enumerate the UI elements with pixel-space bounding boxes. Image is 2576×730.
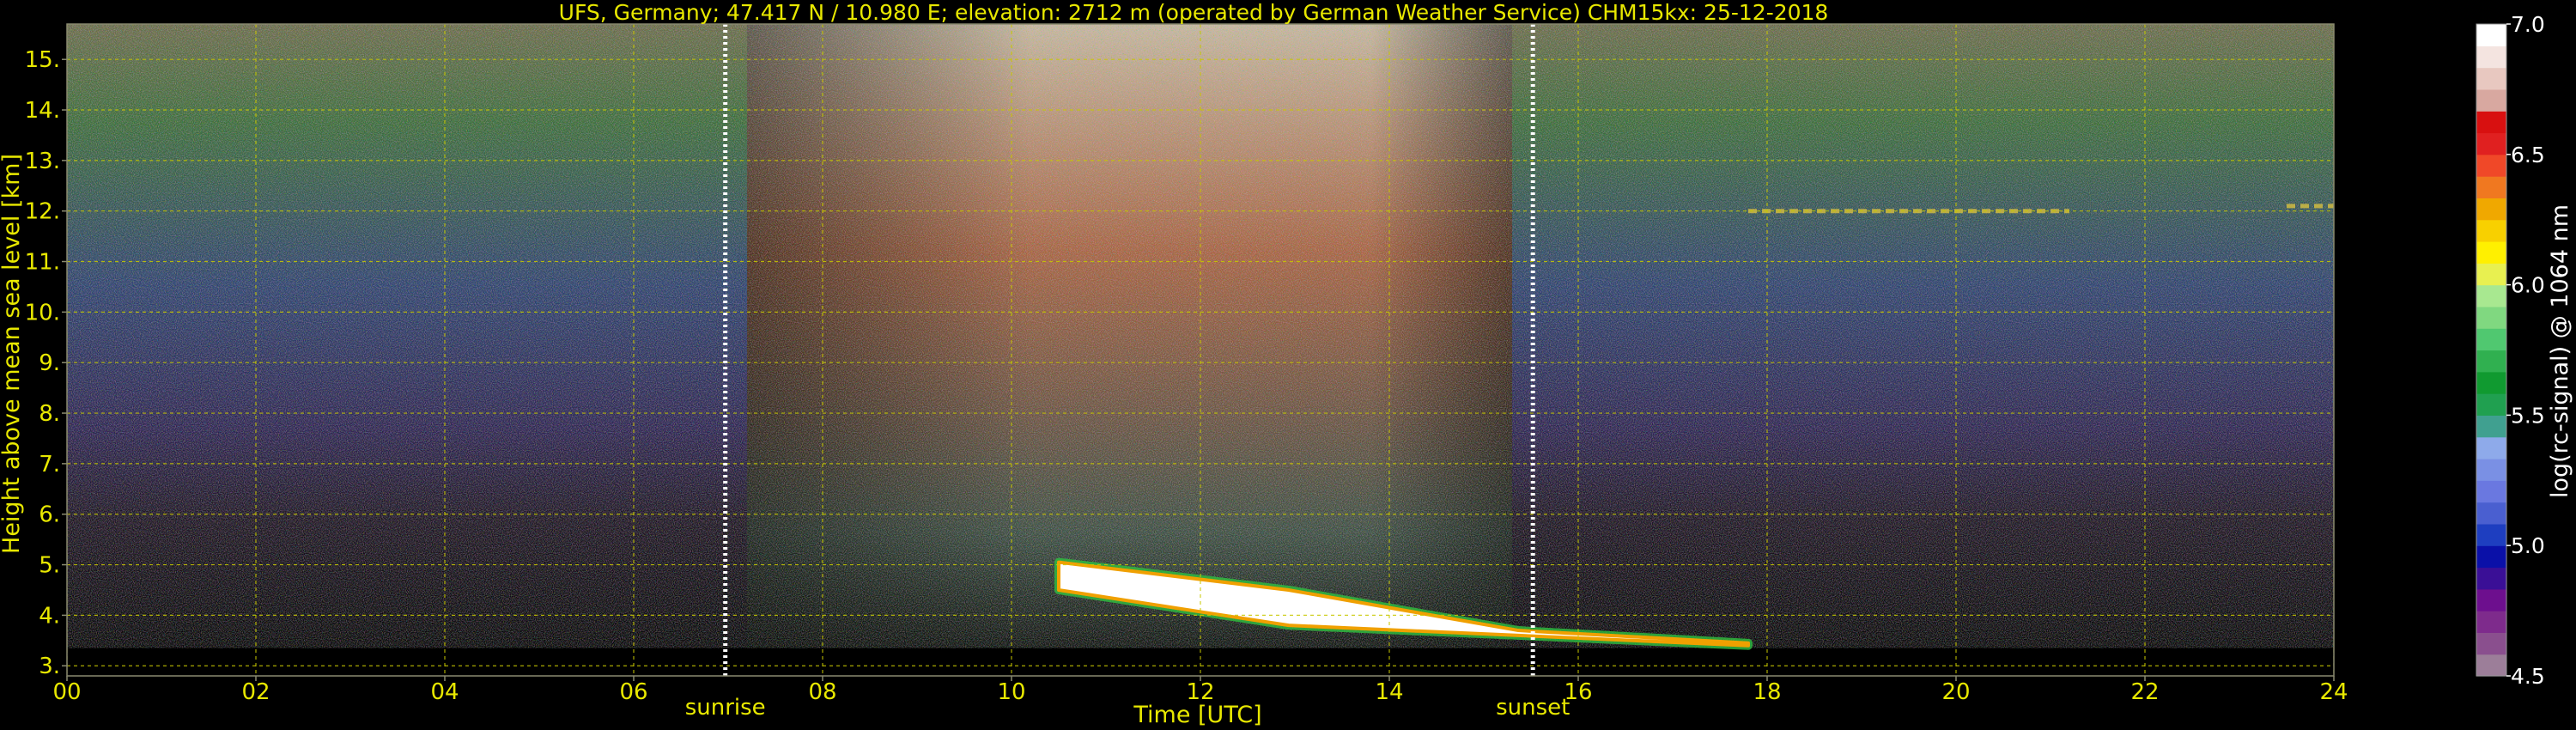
colorbar-segment	[2476, 241, 2506, 264]
y-tick-label: 15.	[25, 47, 60, 73]
y-tick-label: 10.	[25, 300, 60, 325]
colorbar-tick-label: 4.5	[2511, 664, 2545, 689]
x-tick-label: 18	[1753, 679, 1781, 705]
x-tick-label: 08	[808, 679, 836, 705]
y-tick-label: 3.	[39, 654, 60, 679]
y-tick-label: 7.	[39, 452, 60, 478]
y-tick-label: 13.	[25, 149, 60, 174]
colorbar-tick-label: 7.0	[2511, 12, 2545, 37]
colorbar-segment	[2476, 436, 2506, 459]
y-tick-label: 8.	[39, 401, 60, 427]
colorbar-tick-label: 6.0	[2511, 273, 2545, 298]
colorbar-label: log(rc-signal) @ 1064 nm	[2547, 204, 2573, 498]
colorbar-segment	[2476, 198, 2506, 221]
y-tick-label: 11.	[25, 250, 60, 276]
x-tick-label: 24	[2319, 679, 2348, 705]
colorbar-segment	[2476, 459, 2506, 481]
sunset-label: sunset	[1496, 695, 1570, 721]
x-tick-label: 14	[1375, 679, 1403, 705]
colorbar-segment	[2476, 545, 2506, 569]
colorbar-segment	[2476, 611, 2506, 633]
colorbar-segment	[2476, 588, 2506, 611]
y-tick-label: 9.	[39, 350, 60, 376]
colorbar-segment	[2476, 632, 2506, 655]
colorbar-segment	[2476, 154, 2506, 177]
x-tick-label: 06	[619, 679, 647, 705]
x-tick-label: 20	[1941, 679, 1970, 705]
colorbar-tick-label: 5.0	[2511, 533, 2545, 558]
colorbar-segment	[2476, 306, 2506, 329]
y-tick-label: 4.	[39, 603, 60, 629]
colorbar-segment	[2476, 132, 2506, 155]
y-axis-label: Height above mean sea level [km]	[0, 154, 25, 554]
colorbar-segment	[2476, 415, 2506, 438]
colorbar-segment	[2476, 480, 2506, 503]
y-tick-label: 12.	[25, 199, 60, 225]
colorbar-segment	[2476, 393, 2506, 416]
colorbar	[2476, 24, 2506, 677]
x-ticks: 00 02 04 06 08 10 12 14 16 18 20 22 24	[52, 676, 2348, 705]
colorbar-tick-label: 5.5	[2511, 403, 2545, 428]
chart-title: UFS, Germany; 47.417 N / 10.980 E; eleva…	[559, 0, 1829, 25]
colorbar-ticks: 4.5 5.0 5.5 6.0 6.5 7.0	[2506, 12, 2545, 689]
colorbar-segment	[2476, 111, 2506, 134]
colorbar-segment	[2476, 567, 2506, 590]
x-axis-label: Time [UTC]	[1133, 702, 1261, 728]
colorbar-segment	[2476, 523, 2506, 546]
y-tick-label: 6.	[39, 502, 60, 528]
colorbar-segment	[2476, 88, 2506, 112]
y-ticks: 3. 4. 5. 6. 7. 8. 9. 10. 11. 12. 13. 14. 15.	[25, 47, 67, 679]
colorbar-segment	[2476, 328, 2506, 351]
colorbar-segment	[2476, 654, 2506, 677]
x-tick-label: 22	[2130, 679, 2159, 705]
colorbar-tick-label: 6.5	[2511, 143, 2545, 167]
colorbar-segment	[2476, 263, 2506, 286]
y-tick-label: 5.	[39, 553, 60, 579]
colorbar-segment	[2476, 176, 2506, 198]
x-tick-label: 00	[52, 679, 81, 705]
ceilometer-chart: 00 02 04 06 08 10 12 14 16 18 20 22 24 3.4.5.6.7.8.9…	[0, 0, 2573, 728]
x-tick-label: 04	[430, 679, 459, 705]
colorbar-segment	[2476, 284, 2506, 307]
x-tick-label: 02	[241, 679, 270, 705]
colorbar-segment	[2476, 350, 2506, 373]
plot-area	[67, 24, 2334, 676]
colorbar-segment	[2476, 67, 2506, 90]
colorbar-segment	[2476, 219, 2506, 242]
sunrise-label: sunrise	[685, 695, 766, 721]
colorbar-segment	[2476, 502, 2506, 525]
y-tick-label: 14.	[25, 98, 60, 124]
x-tick-label: 10	[997, 679, 1025, 705]
colorbar-segment	[2476, 24, 2506, 46]
colorbar-segment	[2476, 46, 2506, 69]
colorbar-segment	[2476, 371, 2506, 394]
